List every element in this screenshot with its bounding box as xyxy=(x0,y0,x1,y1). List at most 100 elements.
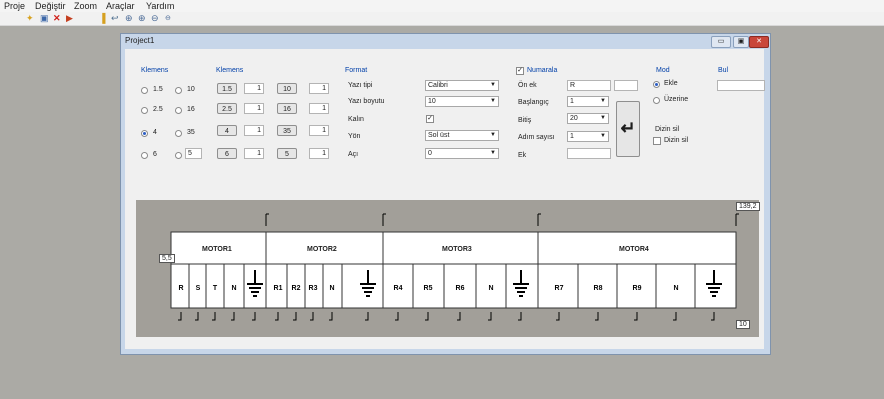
menu-bar: Proje Değiştir Zoom Araçlar Yardım xyxy=(0,0,884,12)
klemens-count[interactable]: 1 xyxy=(244,148,264,159)
delete-icon[interactable]: ✕ xyxy=(53,13,61,24)
radio-label: 4 xyxy=(153,129,157,136)
diagram-canvas[interactable]: R S T N R1 R2 R3 N R4 R5 R6 N R7 R8 R9 N 5,5 139,2 10 M… xyxy=(136,200,760,337)
radio-35[interactable] xyxy=(175,130,182,137)
bottom-marker xyxy=(488,312,492,321)
klemens-button[interactable]: 2.5 xyxy=(217,103,237,114)
klemens-count[interactable]: 1 xyxy=(244,83,264,94)
radio-label: 2.5 xyxy=(153,106,163,113)
start-value: 1 xyxy=(570,98,574,105)
angle-select[interactable]: 0 ▼ xyxy=(425,148,499,159)
direction-select[interactable]: Sol üst ▼ xyxy=(425,130,499,141)
bottom-marker xyxy=(457,312,461,321)
klemens-header-1: Klemens xyxy=(141,67,169,74)
klemens-count[interactable]: 1 xyxy=(244,125,264,136)
klemens-button[interactable]: 4 xyxy=(217,125,237,136)
end-select[interactable]: 20 ▼ xyxy=(567,113,609,124)
save-icon[interactable]: ▣ xyxy=(40,13,49,24)
radio-2-5[interactable] xyxy=(141,107,148,114)
klemens-button[interactable]: 5 xyxy=(277,148,297,159)
radio-1-5[interactable] xyxy=(141,87,148,94)
start-select[interactable]: 1 ▼ xyxy=(567,96,609,107)
radio-label: 16 xyxy=(187,106,195,113)
format-header: Format xyxy=(345,67,368,74)
size-select[interactable]: 10 ▼ xyxy=(425,96,499,107)
end-value: 20 xyxy=(570,115,578,122)
klemens-button[interactable]: 10 xyxy=(277,83,297,94)
terminal-label: R6 xyxy=(456,285,465,292)
close-button[interactable]: ✕ xyxy=(749,36,769,48)
klemens-button[interactable]: 16 xyxy=(277,103,297,114)
font-label: Yazı tipi xyxy=(348,82,373,89)
zoom-out-icon[interactable]: ⊖ xyxy=(151,13,159,24)
motor-label: MOTOR4 xyxy=(619,246,649,253)
paste-icon[interactable]: ▐ xyxy=(99,13,105,24)
zoom-reset-icon[interactable]: ⊕ xyxy=(138,13,146,24)
radio-10[interactable] xyxy=(175,87,182,94)
apply-numbering-button[interactable]: ↵ xyxy=(616,101,640,157)
klemens-button[interactable]: 1.5 xyxy=(217,83,237,94)
bottom-marker xyxy=(395,312,399,321)
menu-proje[interactable]: Proje xyxy=(4,1,25,11)
radio-label: 6 xyxy=(153,151,157,158)
bottom-marker xyxy=(275,312,279,321)
menu-degistir[interactable]: Değiştir xyxy=(35,1,66,11)
step-value: 1 xyxy=(570,133,574,140)
search-input[interactable] xyxy=(717,80,765,91)
suffix-input[interactable] xyxy=(567,148,611,159)
chevron-down-icon: ▼ xyxy=(490,82,496,88)
custom-size-input[interactable]: 5 xyxy=(185,148,202,159)
terminal-label: R8 xyxy=(594,285,603,292)
direction-value: Sol üst xyxy=(428,132,450,139)
arrow-icon[interactable]: ↩ xyxy=(111,13,119,24)
klemens-button[interactable]: 35 xyxy=(277,125,297,136)
motor-label: MOTOR1 xyxy=(202,246,232,253)
bottom-marker xyxy=(634,312,638,321)
klemens-count[interactable]: 1 xyxy=(309,148,329,159)
mode-over-radio[interactable] xyxy=(653,97,660,104)
font-value: Calibri xyxy=(428,82,448,89)
maximize-button[interactable]: ▣ xyxy=(733,36,749,48)
radio-16[interactable] xyxy=(175,107,182,114)
bottom-marker xyxy=(252,312,256,321)
new-icon[interactable]: ✦ xyxy=(26,13,34,24)
radio-label: 10 xyxy=(187,86,195,93)
left-dimension-tag: 5,5 xyxy=(159,254,175,263)
klemens-count[interactable]: 1 xyxy=(309,83,329,94)
mode-add-label: Ekle xyxy=(664,80,678,87)
zoom-small-icon[interactable]: ⊖ xyxy=(165,13,171,24)
menu-yardim[interactable]: Yardım xyxy=(146,1,174,11)
bold-checkbox[interactable]: ✓ xyxy=(426,115,434,123)
end-label: Bitiş xyxy=(518,117,532,124)
radio-4[interactable] xyxy=(141,130,148,137)
radio-custom[interactable] xyxy=(175,152,182,159)
step-select[interactable]: 1 ▼ xyxy=(567,131,609,142)
chevron-down-icon: ▼ xyxy=(600,115,606,121)
delete-index-checkbox[interactable] xyxy=(653,137,661,145)
chevron-down-icon: ▼ xyxy=(490,98,496,104)
size-value: 10 xyxy=(428,98,436,105)
klemens-count[interactable]: 1 xyxy=(244,103,264,114)
menu-araclar[interactable]: Araçlar xyxy=(106,1,135,11)
klemens-button[interactable]: 6 xyxy=(217,148,237,159)
font-select[interactable]: Calibri ▼ xyxy=(425,80,499,91)
klemens-count[interactable]: 1 xyxy=(309,103,329,114)
radio-6[interactable] xyxy=(141,152,148,159)
terminal-label: R5 xyxy=(424,285,433,292)
exit-icon[interactable]: ▶ xyxy=(66,13,73,24)
angle-label: Açı xyxy=(348,151,359,158)
klemens-header-2: Klemens xyxy=(216,67,244,74)
delete-index-label: Dizin sil xyxy=(655,126,680,133)
prefix-input[interactable]: R xyxy=(567,80,611,91)
terminal-label: R7 xyxy=(555,285,564,292)
bottom-marker xyxy=(365,312,369,321)
numbering-checkbox[interactable]: ✓ xyxy=(516,67,524,75)
minimize-button[interactable]: ▭ xyxy=(711,36,731,48)
menu-zoom[interactable]: Zoom xyxy=(74,1,97,11)
zoom-in-icon[interactable]: ⊕ xyxy=(125,13,133,24)
chevron-down-icon: ▼ xyxy=(600,98,606,104)
mode-add-radio[interactable] xyxy=(653,81,660,88)
prefix-extra-input[interactable] xyxy=(614,80,638,91)
klemens-count[interactable]: 1 xyxy=(309,125,329,136)
bottom-marker xyxy=(178,312,182,321)
